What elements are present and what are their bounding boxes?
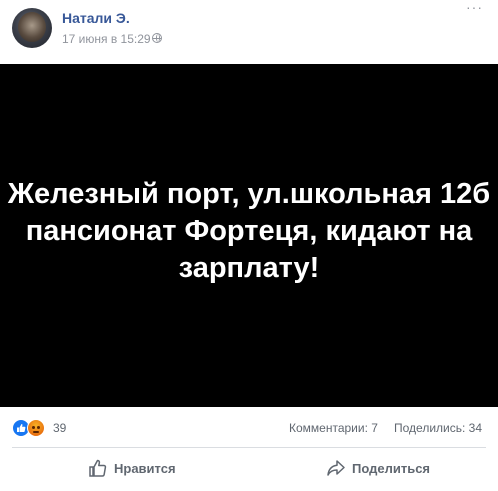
comments-count[interactable]: Комментарии: 7 [289, 421, 378, 435]
avatar[interactable] [12, 8, 52, 48]
share-arrow-icon [326, 458, 346, 481]
post-timestamp[interactable]: 17 июня в 15:29 [62, 32, 151, 46]
post-header: Натали Э. 17 июня в 15:29 ··· [0, 0, 498, 64]
reaction-count[interactable]: 39 [53, 421, 66, 435]
post-image[interactable]: Железный порт, ул.школьная 12б пансионат… [0, 64, 498, 407]
thumbs-up-icon [88, 458, 108, 481]
post-stats: 39 Комментарии: 7 Поделились: 34 [0, 407, 498, 447]
share-button-label: Поделиться [352, 461, 431, 476]
globe-icon [152, 33, 162, 43]
avatar-photo [18, 12, 46, 42]
angry-reaction-icon[interactable] [27, 419, 45, 437]
like-button-label: Нравится [114, 461, 176, 476]
share-button[interactable]: Поделиться [318, 454, 498, 484]
post-image-text: Железный порт, ул.школьная 12б пансионат… [7, 178, 491, 284]
post-actions: Нравится Поделиться [0, 448, 498, 491]
author-name[interactable]: Натали Э. [62, 10, 130, 26]
shares-count[interactable]: Поделились: 34 [394, 421, 482, 435]
like-button[interactable]: Нравится [80, 454, 280, 484]
post-card: Натали Э. 17 июня в 15:29 ··· Железный п… [0, 0, 498, 491]
more-icon[interactable]: ··· [466, 0, 486, 14]
